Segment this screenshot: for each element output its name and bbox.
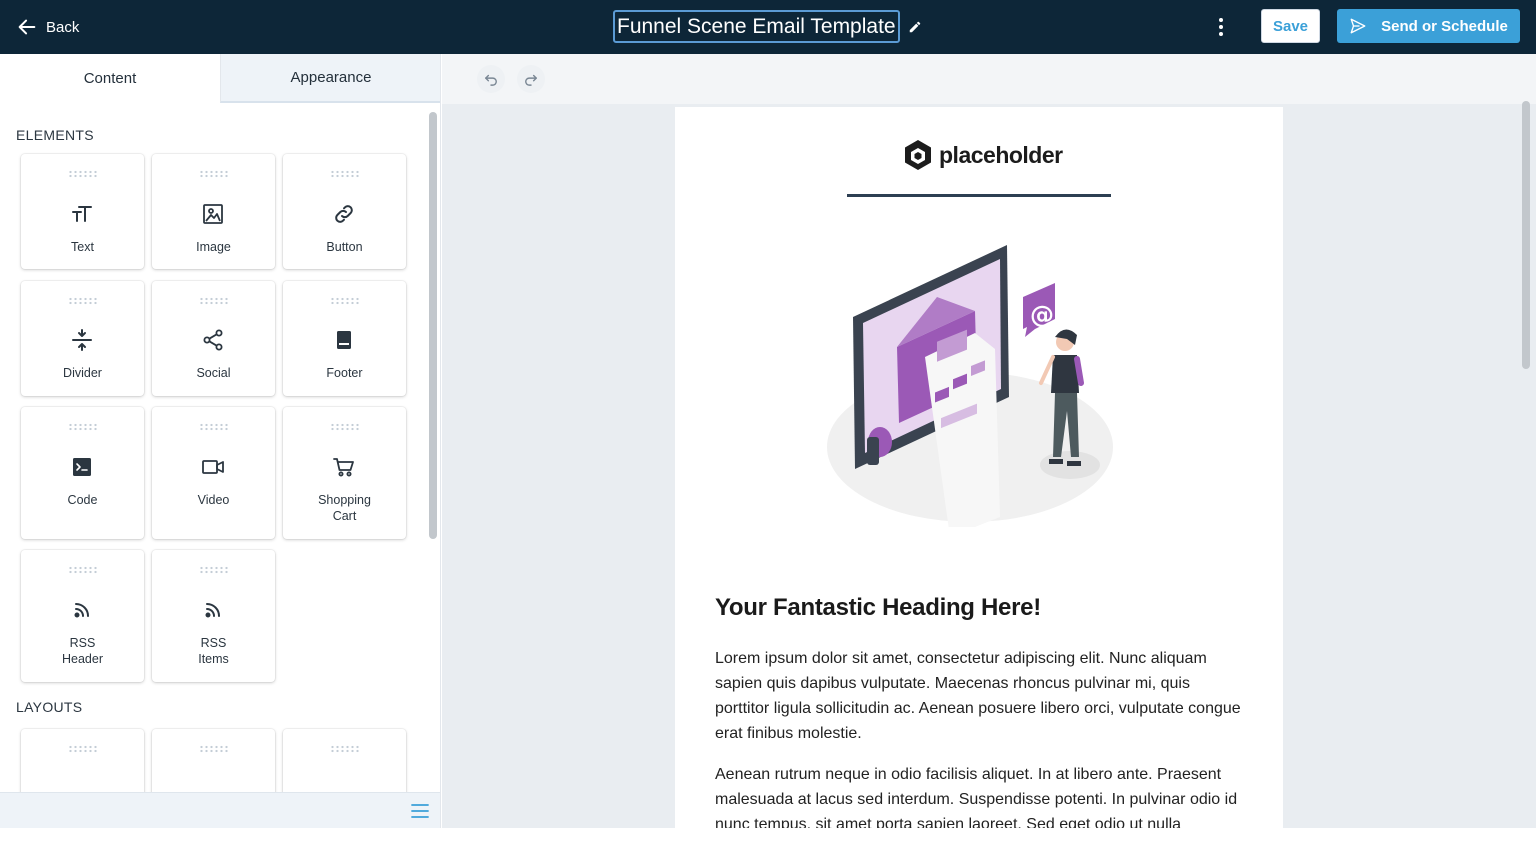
drag-handle-icon	[330, 170, 360, 178]
tab-appearance[interactable]: Appearance	[220, 54, 440, 103]
panel-tabs: Content Appearance	[0, 54, 440, 103]
share-icon	[203, 329, 223, 351]
video-icon	[202, 460, 224, 474]
element-tile-video[interactable]: Video	[152, 407, 275, 539]
footer-icon	[337, 331, 351, 349]
redo-icon	[525, 74, 537, 86]
drag-handle-icon	[199, 745, 229, 753]
divider-icon	[72, 329, 92, 351]
back-button[interactable]: Back	[16, 14, 79, 40]
element-tile-rss-header[interactable]: RSS Header	[21, 550, 144, 682]
element-label: Divider	[63, 366, 102, 380]
drag-handle-icon	[68, 745, 98, 753]
email-preview[interactable]: placeholder @ Your Fantastic Heading Her…	[675, 107, 1283, 828]
drag-handle-icon	[68, 170, 98, 178]
drag-handle-icon	[68, 297, 98, 305]
element-tile-image[interactable]: Image	[152, 154, 275, 269]
element-label: RSS Items	[198, 636, 229, 666]
drag-handle-icon	[199, 566, 229, 574]
undo-icon	[485, 74, 497, 86]
kebab-menu-icon	[1219, 18, 1223, 36]
svg-text:@: @	[1030, 301, 1054, 329]
pencil-icon[interactable]	[908, 20, 922, 34]
hamburger-menu-icon[interactable]	[410, 802, 430, 820]
divider-line	[847, 194, 1111, 197]
hexagon-logo-icon	[905, 140, 931, 170]
send-or-schedule-button[interactable]: Send or Schedule	[1337, 9, 1520, 43]
template-title-input[interactable]: Funnel Scene Email Template	[613, 10, 900, 43]
terminal-icon	[73, 458, 91, 476]
left-panel: Content Appearance ELEMENTS Text Image B…	[0, 54, 441, 828]
panel-scrollbar[interactable]	[429, 112, 437, 539]
back-label: Back	[46, 18, 80, 36]
element-label: Text	[71, 240, 94, 254]
element-tile-code[interactable]: Code	[21, 407, 144, 539]
element-tile-button[interactable]: Button	[283, 154, 406, 269]
element-label: Image	[196, 240, 231, 254]
redo-button[interactable]	[517, 65, 545, 93]
save-button[interactable]: Save	[1261, 9, 1320, 43]
text-icon	[72, 206, 92, 222]
logo: placeholder	[901, 138, 1063, 172]
top-bar: Back Funnel Scene Email Template Save Se…	[0, 0, 1536, 54]
element-label: Social	[196, 366, 231, 380]
element-tile-rss-items[interactable]: RSS Items	[152, 550, 275, 682]
elements-section-label: ELEMENTS	[16, 127, 94, 143]
drag-handle-icon	[330, 297, 360, 305]
element-label: RSS Header	[62, 636, 103, 666]
drag-handle-icon	[330, 423, 360, 431]
element-label: Code	[67, 493, 98, 507]
panel-bottom-bar	[0, 792, 440, 828]
drag-handle-icon	[68, 423, 98, 431]
element-tile-divider[interactable]: Divider	[21, 281, 144, 396]
drag-handle-icon	[68, 566, 98, 574]
email-illustration: @	[827, 245, 1113, 527]
link-icon	[335, 205, 353, 223]
tab-content[interactable]: Content	[0, 54, 220, 103]
send-icon	[1350, 18, 1366, 34]
logo-text: placeholder	[939, 141, 1063, 168]
element-tile-text[interactable]: Text	[21, 154, 144, 269]
window-bottom-edge	[0, 828, 1536, 844]
email-heading: Your Fantastic Heading Here!	[715, 594, 1041, 621]
cart-icon	[333, 458, 354, 477]
undo-button[interactable]	[477, 65, 505, 93]
element-label: Video	[197, 493, 230, 507]
layouts-section-label: LAYOUTS	[16, 699, 83, 715]
title-group: Funnel Scene Email Template	[613, 10, 922, 43]
drag-handle-icon	[199, 170, 229, 178]
email-paragraph: Lorem ipsum dolor sit amet, consectetur …	[715, 650, 1241, 742]
send-label: Send or Schedule	[1381, 17, 1508, 35]
rss-icon	[205, 603, 220, 618]
element-label: Shopping Cart	[318, 493, 371, 523]
element-tile-footer[interactable]: Footer	[283, 281, 406, 396]
drag-handle-icon	[330, 745, 360, 753]
drag-handle-icon	[199, 297, 229, 305]
element-tile-shopping-cart[interactable]: Shopping Cart	[283, 407, 406, 539]
canvas-scrollbar[interactable]	[1522, 101, 1530, 369]
arrow-left-icon	[18, 19, 36, 35]
more-options-button[interactable]	[1212, 15, 1230, 39]
image-icon	[203, 204, 223, 224]
rss-icon	[74, 603, 89, 618]
email-workspace: placeholder @ Your Fantastic Heading Her…	[442, 104, 1536, 828]
element-tile-social[interactable]: Social	[152, 281, 275, 396]
drag-handle-icon	[199, 423, 229, 431]
element-label: Footer	[326, 366, 363, 380]
editor-canvas: placeholder @ Your Fantastic Heading Her…	[442, 54, 1536, 828]
element-label: Button	[326, 240, 363, 254]
email-paragraph: Aenean rutrum neque in odio facilisis al…	[715, 766, 1238, 828]
